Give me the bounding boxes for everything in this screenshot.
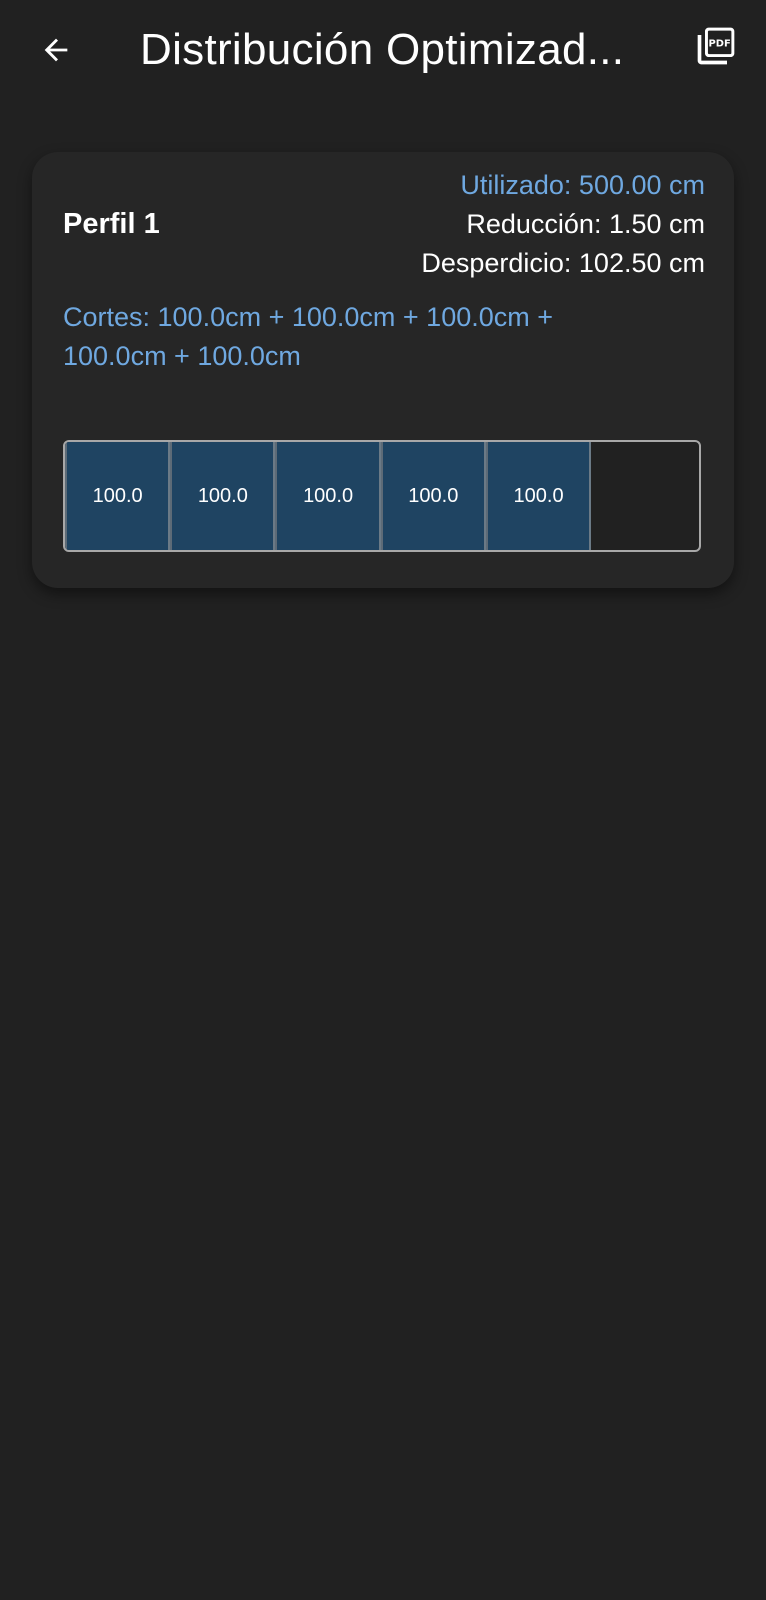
reduction-length: Reducción: 1.50 cm bbox=[466, 209, 705, 239]
cut-segment: 100.0 bbox=[485, 442, 592, 550]
pdf-icon: PDF bbox=[697, 27, 735, 65]
cut-distribution-bar: 100.0 100.0 100.0 100.0 100.0 bbox=[63, 440, 701, 552]
profile-stats: Utilizado: 500.00 cm Reducción: 1.50 cm … bbox=[421, 166, 705, 283]
svg-text:PDF: PDF bbox=[709, 38, 731, 49]
page-title: Distribución Optimizad... bbox=[140, 25, 625, 74]
cuts-list: Cortes: 100.0cm + 100.0cm + 100.0cm + 10… bbox=[63, 302, 554, 371]
used-length: Utilizado: 500.00 cm bbox=[460, 170, 705, 200]
app-bar: Distribución Optimizad... PDF bbox=[0, 0, 766, 104]
cut-segment: 100.0 bbox=[170, 442, 276, 550]
profile-name: Perfil 1 bbox=[63, 208, 160, 240]
arrow-left-icon bbox=[44, 38, 68, 62]
cut-segment: 100.0 bbox=[380, 442, 486, 550]
profile-card: Perfil 1 Utilizado: 500.00 cm Reducción:… bbox=[32, 152, 734, 588]
cut-segment: 100.0 bbox=[275, 442, 381, 550]
back-button[interactable] bbox=[30, 22, 82, 78]
export-pdf-button[interactable]: PDF bbox=[694, 24, 744, 74]
waste-length: Desperdicio: 102.50 cm bbox=[421, 248, 705, 278]
cut-segment: 100.0 bbox=[65, 442, 171, 550]
